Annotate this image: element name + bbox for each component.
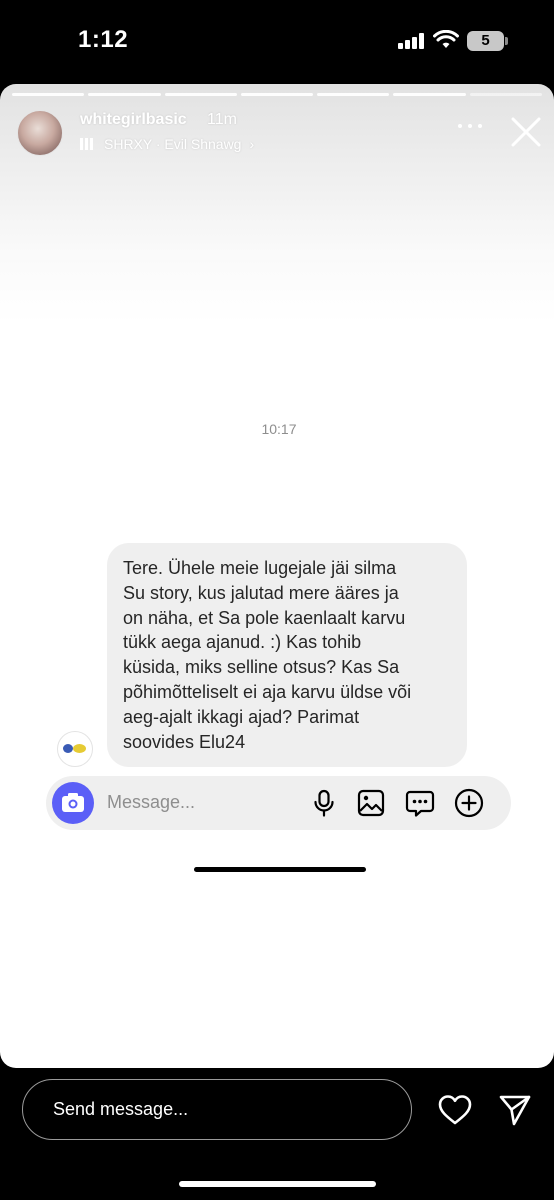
screenshot-home-indicator xyxy=(194,867,366,872)
story-username[interactable]: whitegirlbasic xyxy=(80,111,187,129)
progress-segment xyxy=(317,93,390,96)
heart-icon[interactable] xyxy=(438,1094,472,1126)
message-line: on näha, et Sa pole kaenlaalt karvu xyxy=(123,607,406,628)
progress-segment xyxy=(88,93,161,96)
story-avatar[interactable] xyxy=(17,110,63,156)
dm-screenshot: 10:17 Tere. Ühele meie lugejale jäi silm… xyxy=(40,400,524,830)
story-card: whitegirlbasic 11m SHRXY · Evil Shnawg ›… xyxy=(0,84,554,1068)
progress-segment xyxy=(469,93,542,96)
sender-avatar xyxy=(57,731,93,767)
wifi-icon xyxy=(433,30,459,48)
battery-icon: 5 xyxy=(467,31,504,51)
signal-icon xyxy=(398,33,424,49)
send-message-placeholder[interactable]: Send message... xyxy=(53,1099,188,1120)
story-progress-bar xyxy=(12,93,542,96)
more-icon[interactable] xyxy=(458,122,482,130)
message-line: Su story, kus jalutad mere ääres ja xyxy=(123,582,399,603)
paper-plane-icon[interactable] xyxy=(498,1093,532,1127)
sticker-icon[interactable] xyxy=(404,787,436,819)
message-line: aeg-ajalt ikkagi ajad? Parimat xyxy=(123,706,360,727)
message-line: soovides Elu24 xyxy=(123,731,246,752)
message-input-bar[interactable]: Message... xyxy=(46,776,511,830)
camera-button[interactable] xyxy=(52,782,94,824)
close-icon[interactable] xyxy=(511,117,541,147)
message-line: tükk aega ajanud. :) Kas tohib xyxy=(123,632,362,653)
battery-tip xyxy=(505,37,508,45)
music-bars-icon xyxy=(80,138,96,150)
battery-level: 5 xyxy=(481,32,490,49)
progress-segment xyxy=(240,93,314,96)
progress-segment xyxy=(393,93,466,96)
story-music[interactable]: SHRXY · Evil Shnawg › xyxy=(80,135,254,153)
story-time-ago: 11m xyxy=(207,111,237,128)
progress-segment xyxy=(12,93,85,96)
send-message-input[interactable]: Send message... xyxy=(22,1079,412,1140)
status-time: 1:12 xyxy=(78,26,129,53)
dm-timestamp: 10:17 xyxy=(261,421,297,437)
add-icon[interactable] xyxy=(453,787,485,819)
chevron-right-icon: › xyxy=(249,136,255,152)
home-indicator xyxy=(179,1181,376,1187)
gallery-icon[interactable] xyxy=(355,787,387,819)
message-bubble: Tere. Ühele meie lugejale jäi silma Su s… xyxy=(107,543,467,767)
message-line: küsida, miks selline otsus? Kas Sa xyxy=(123,657,400,678)
progress-segment xyxy=(164,93,237,96)
music-text: SHRXY · Evil Shnawg xyxy=(104,136,242,152)
status-bar: 1:12 5 xyxy=(0,0,554,84)
message-line: Tere. Ühele meie lugejale jäi silma xyxy=(123,558,397,578)
camera-icon xyxy=(62,793,84,812)
message-input[interactable]: Message... xyxy=(107,792,195,813)
message-line: põhimõtteliselt ei aja karvu üldse või xyxy=(123,681,412,702)
microphone-icon[interactable] xyxy=(308,787,340,819)
